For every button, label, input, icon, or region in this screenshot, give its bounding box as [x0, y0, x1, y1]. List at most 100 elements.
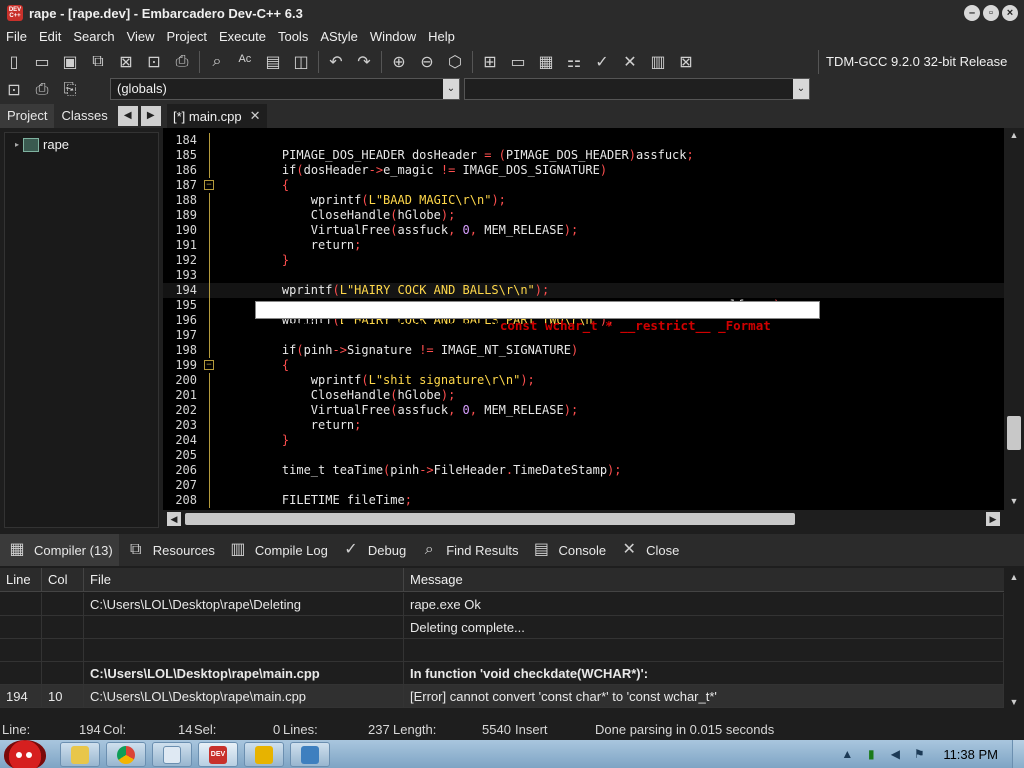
open-folder-icon[interactable]: ▭: [28, 49, 56, 75]
taskbar-devcpp[interactable]: DEV: [198, 742, 238, 767]
tab-compiler[interactable]: ▦ Compiler (13): [0, 534, 119, 566]
scroll-up-icon[interactable]: ▲: [1008, 572, 1020, 584]
tree-item-project[interactable]: ▸ rape: [15, 137, 69, 152]
code-line[interactable]: 207: [163, 478, 1004, 493]
code-line[interactable]: 194 wprintf(L"HAIRY COCK AND BALLS\r\n")…: [163, 283, 1004, 298]
print-icon[interactable]: ⎙: [168, 49, 196, 75]
menu-execute[interactable]: Execute: [213, 26, 272, 48]
insert-icon[interactable]: ⊡: [0, 77, 28, 103]
close-all-icon[interactable]: ⊡: [140, 49, 168, 75]
menu-project[interactable]: Project: [161, 26, 213, 48]
remove-from-project-icon[interactable]: ⊖: [413, 49, 441, 75]
redo-icon[interactable]: ↷: [350, 49, 378, 75]
code-line[interactable]: 190 VirtualFree(assfuck, 0, MEM_RELEASE)…: [163, 223, 1004, 238]
flag-icon[interactable]: ⚑: [911, 746, 927, 762]
close-file-icon[interactable]: ⊠: [112, 49, 140, 75]
tab-main-cpp[interactable]: [*] main.cpp ✕: [167, 104, 267, 128]
new-project-icon[interactable]: ⊕: [385, 49, 413, 75]
table-row[interactable]: Deleting complete...: [0, 616, 1004, 639]
menu-window[interactable]: Window: [364, 26, 422, 48]
menu-file[interactable]: File: [0, 26, 33, 48]
code-line[interactable]: 193: [163, 268, 1004, 283]
project-options-icon[interactable]: ⬡: [441, 49, 469, 75]
scroll-left-icon[interactable]: ◀: [167, 512, 181, 526]
taskbar-chrome[interactable]: [106, 742, 146, 767]
code-line[interactable]: 208 FILETIME fileTime;: [163, 493, 1004, 508]
column-header-file[interactable]: File: [84, 568, 404, 592]
code-line[interactable]: 184: [163, 133, 1004, 148]
split-view-icon[interactable]: ◫: [287, 49, 315, 75]
chevron-right-icon[interactable]: ▶: [140, 106, 161, 126]
replace-icon[interactable]: ᴬᶜ: [231, 49, 259, 75]
column-header-message[interactable]: Message: [404, 568, 1004, 592]
scroll-down-icon[interactable]: ▼: [1008, 697, 1020, 709]
undo-icon[interactable]: ↶: [322, 49, 350, 75]
code-line[interactable]: 202 VirtualFree(assfuck, 0, MEM_RELEASE)…: [163, 403, 1004, 418]
code-editor[interactable]: 184 185 PIMAGE_DOS_HEADER dosHeader = (PI…: [163, 128, 1004, 510]
profile-icon[interactable]: ▥: [644, 49, 672, 75]
fold-toggle-icon[interactable]: −: [204, 360, 214, 370]
scroll-thumb[interactable]: [185, 513, 795, 525]
code-line[interactable]: 206 time_t teaTime(pinh->FileHeader.Time…: [163, 463, 1004, 478]
tab-classes[interactable]: Classes: [54, 104, 114, 128]
volume-icon[interactable]: ◀: [887, 746, 903, 762]
abort-icon[interactable]: ✕: [616, 49, 644, 75]
menu-search[interactable]: Search: [67, 26, 120, 48]
taskbar-app[interactable]: [244, 742, 284, 767]
member-combo[interactable]: ⌄: [464, 78, 810, 100]
menu-view[interactable]: View: [121, 26, 161, 48]
code-line[interactable]: 200 wprintf(L"shit signature\r\n");: [163, 373, 1004, 388]
code-line[interactable]: 192 }: [163, 253, 1004, 268]
tab-resources[interactable]: ⧉ Resources: [119, 534, 221, 566]
tab-compile-log[interactable]: ▥ Compile Log: [221, 534, 334, 566]
table-row[interactable]: C:\Users\LOL\Desktop\rape\Deleting rape.e…: [0, 593, 1004, 616]
show-hidden-icons-icon[interactable]: ▲: [839, 746, 855, 762]
table-row[interactable]: [0, 639, 1004, 662]
tab-find-results[interactable]: ⌕ Find Results: [412, 534, 524, 566]
code-line[interactable]: 201 CloseHandle(hGlobe);: [163, 388, 1004, 403]
messages-vertical-scrollbar[interactable]: ▲ ▼: [1004, 568, 1024, 713]
code-line[interactable]: 188 wprintf(L"BAAD MAGIC\r\n");: [163, 193, 1004, 208]
syntax-check-icon[interactable]: ✓: [588, 49, 616, 75]
fold-toggle-icon[interactable]: −: [204, 180, 214, 190]
goto-bookmark-icon[interactable]: ⎘: [56, 77, 84, 103]
maximize-button[interactable]: ▫: [983, 5, 999, 21]
scroll-right-icon[interactable]: ▶: [986, 512, 1000, 526]
close-button[interactable]: ×: [1002, 5, 1018, 21]
editor-horizontal-scrollbar[interactable]: ◀ ▶: [163, 510, 1004, 528]
scroll-up-icon[interactable]: ▲: [1008, 130, 1020, 142]
table-row[interactable]: C:\Users\LOL\Desktop\rape\main.cpp In fun…: [0, 662, 1004, 685]
expand-icon[interactable]: ▸: [15, 140, 19, 149]
table-row[interactable]: 194 10 C:\Users\LOL\Desktop\rape\main.cpp[…: [0, 685, 1004, 708]
menu-astyle[interactable]: AStyle: [314, 26, 364, 48]
menu-edit[interactable]: Edit: [33, 26, 67, 48]
menu-tools[interactable]: Tools: [272, 26, 314, 48]
scope-combo[interactable]: (globals) ⌄: [110, 78, 460, 100]
new-file-icon[interactable]: ▯: [0, 49, 28, 75]
code-line[interactable]: 189 CloseHandle(hGlobe);: [163, 208, 1004, 223]
chevron-down-icon[interactable]: ⌄: [443, 79, 459, 99]
code-line[interactable]: 199− {: [163, 358, 1004, 373]
goto-line-icon[interactable]: ▤: [259, 49, 287, 75]
run-icon[interactable]: ▭: [504, 49, 532, 75]
tab-debug[interactable]: ✓ Debug: [334, 534, 412, 566]
find-icon[interactable]: ⌕: [203, 49, 231, 75]
tab-project[interactable]: Project: [0, 104, 55, 128]
taskbar-notepad[interactable]: [152, 742, 192, 767]
code-line[interactable]: 187− {: [163, 178, 1004, 193]
code-line[interactable]: 205: [163, 448, 1004, 463]
show-desktop-button[interactable]: [1012, 740, 1024, 768]
compile-icon[interactable]: ⊞: [476, 49, 504, 75]
network-icon[interactable]: ▮: [863, 746, 879, 762]
minimize-button[interactable]: –: [964, 5, 980, 21]
code-line[interactable]: 198 if(pinh->Signature != IMAGE_NT_SIGNA…: [163, 343, 1004, 358]
close-panel-button[interactable]: ✕ Close: [612, 534, 685, 566]
code-line[interactable]: 204 }: [163, 433, 1004, 448]
chevron-down-icon[interactable]: ⌄: [793, 79, 809, 99]
start-button[interactable]: [2, 740, 50, 768]
close-icon[interactable]: ✕: [250, 108, 261, 124]
column-header-col[interactable]: Col: [42, 568, 84, 592]
delete-profile-icon[interactable]: ⊠: [672, 49, 700, 75]
code-line[interactable]: 203 return;: [163, 418, 1004, 433]
code-line[interactable]: 185 PIMAGE_DOS_HEADER dosHeader = (PIMAG…: [163, 148, 1004, 163]
